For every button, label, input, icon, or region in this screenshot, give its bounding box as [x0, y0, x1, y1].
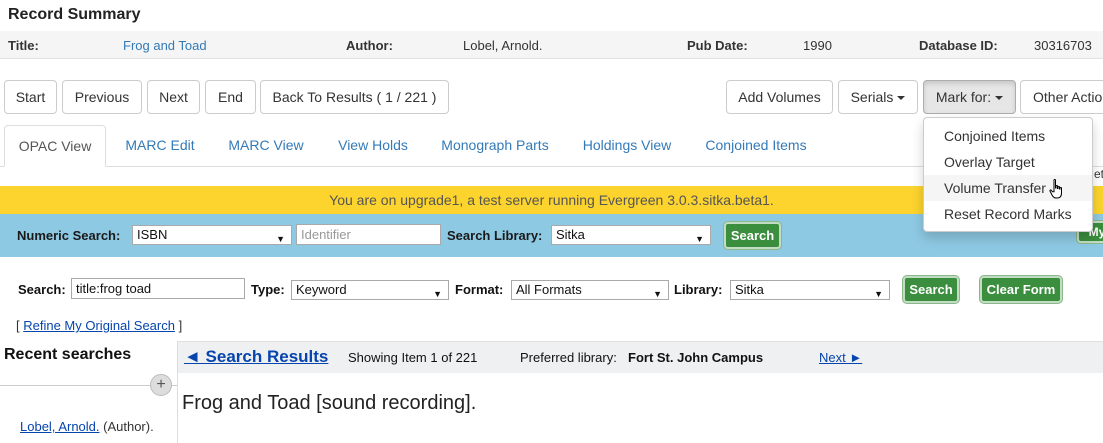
mark-for-menu: Conjoined Items Overlay Target Volume Tr…	[923, 117, 1093, 232]
author-role: (Author).	[99, 419, 154, 434]
tab-monograph-parts[interactable]: Monograph Parts	[428, 125, 562, 167]
hand-cursor-icon	[1049, 179, 1062, 199]
menu-item-overlay-target[interactable]: Overlay Target	[924, 149, 1092, 175]
type-label: Type:	[251, 282, 285, 297]
next-button[interactable]: Next	[147, 80, 200, 114]
search-library-label: Search Library:	[447, 228, 543, 243]
numeric-search-label: Numeric Search:	[17, 228, 121, 243]
library-value: Sitka	[735, 282, 764, 297]
title-value[interactable]: Frog and Toad	[123, 38, 207, 53]
identifier-input[interactable]: Identifier	[296, 224, 441, 245]
search-library-select[interactable]: Sitka ▼	[551, 225, 711, 245]
tab-opac-view[interactable]: OPAC View	[4, 125, 106, 167]
serials-label: Serials	[850, 89, 894, 105]
tab-marc-view[interactable]: MARC View	[215, 125, 317, 167]
page-title: Record Summary	[8, 6, 141, 23]
library-label: Library:	[674, 282, 723, 297]
numeric-type-value: ISBN	[137, 227, 168, 242]
tab-holdings-view[interactable]: Holdings View	[569, 125, 685, 167]
select-arrow-icon: ▼	[653, 289, 662, 299]
search-type-value: Keyword	[296, 282, 347, 297]
other-actions-button[interactable]: Other Actio	[1020, 80, 1103, 114]
format-select[interactable]: All Formats ▼	[511, 280, 669, 300]
caret-down-icon	[995, 96, 1004, 101]
search-type-select[interactable]: Keyword ▼	[291, 280, 449, 300]
search-results-link[interactable]: ◄ Search Results	[184, 347, 328, 367]
search-label: Search:	[18, 282, 66, 297]
numeric-search-button[interactable]: Search	[724, 222, 781, 249]
author-link[interactable]: Lobel, Arnold.	[20, 419, 100, 434]
showing-item-text: Showing Item 1 of 221	[348, 350, 478, 365]
results-nav-bar: ◄ Search Results Showing Item 1 of 221 P…	[178, 341, 1103, 373]
select-arrow-icon: ▼	[695, 234, 704, 244]
hidden-text-fragment: et	[1094, 167, 1103, 181]
next-result-link[interactable]: Next ►	[819, 350, 862, 365]
author-value: Lobel, Arnold.	[463, 38, 543, 53]
end-button[interactable]: End	[205, 80, 256, 114]
recent-searches-heading: Recent searches	[4, 346, 132, 363]
format-value: All Formats	[516, 282, 582, 297]
start-button[interactable]: Start	[4, 80, 57, 114]
title-label: Title:	[8, 38, 39, 53]
pubdate-label: Pub Date:	[687, 38, 748, 53]
refine-search: [ Refine My Original Search ]	[16, 318, 182, 333]
database-id-value: 30316703	[1034, 38, 1092, 53]
database-id-label: Database ID:	[919, 38, 998, 53]
search-library-value: Sitka	[556, 227, 585, 242]
select-arrow-icon: ▼	[433, 289, 442, 299]
mark-for-dropdown-button[interactable]: Mark for:	[923, 80, 1016, 114]
refine-bracket-close: ]	[174, 318, 183, 333]
preferred-library-label: Preferred library:	[520, 350, 617, 365]
serials-dropdown-button[interactable]: Serials	[838, 80, 918, 114]
select-arrow-icon: ▼	[874, 289, 883, 299]
clear-form-button[interactable]: Clear Form	[980, 276, 1062, 303]
tab-marc-edit[interactable]: MARC Edit	[112, 125, 208, 167]
menu-item-conjoined-items[interactable]: Conjoined Items	[924, 123, 1092, 149]
numeric-type-select[interactable]: ISBN ▼	[132, 225, 292, 245]
record-summary-bar: Title: Frog and Toad Author: Lobel, Arno…	[0, 31, 1103, 59]
refine-search-link[interactable]: Refine My Original Search	[23, 318, 175, 333]
record-author: Lobel, Arnold. (Author).	[20, 419, 154, 434]
caret-down-icon	[897, 96, 906, 101]
tab-view-holds[interactable]: View Holds	[325, 125, 421, 167]
search-query-input[interactable]: title:frog toad	[71, 278, 245, 299]
plus-icon[interactable]: +	[150, 374, 172, 396]
previous-button[interactable]: Previous	[62, 80, 142, 114]
library-select[interactable]: Sitka ▼	[730, 280, 890, 300]
menu-item-reset-record-marks[interactable]: Reset Record Marks	[924, 201, 1092, 227]
search-button[interactable]: Search	[903, 276, 959, 303]
add-volumes-button[interactable]: Add Volumes	[726, 80, 833, 114]
format-label: Format:	[455, 282, 504, 297]
back-to-results-button[interactable]: Back To Results ( 1 / 221 )	[260, 80, 449, 114]
tab-conjoined-items[interactable]: Conjoined Items	[692, 125, 820, 167]
pubdate-value: 1990	[803, 38, 832, 53]
record-title: Frog and Toad [sound recording].	[182, 392, 477, 414]
volume-transfer-label: Volume Transfer	[944, 180, 1046, 196]
mark-for-label: Mark for:	[935, 89, 992, 105]
menu-item-volume-transfer[interactable]: Volume Transfer	[924, 175, 1092, 201]
author-label: Author:	[346, 38, 393, 53]
preferred-library-value: Fort St. John Campus	[628, 350, 764, 365]
select-arrow-icon: ▼	[276, 234, 285, 244]
